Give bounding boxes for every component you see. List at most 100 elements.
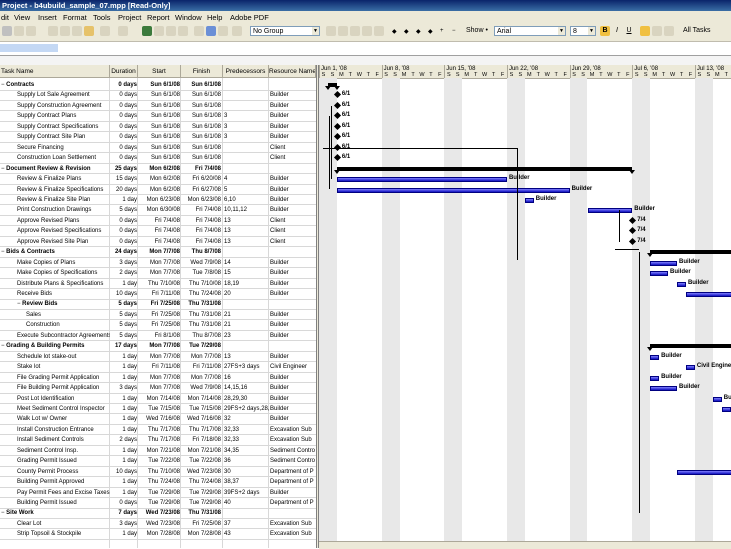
task-name[interactable]: Strip Topsoil & Stockpile (0, 529, 110, 539)
task-start[interactable]: Mon 6/2/08 (138, 185, 180, 195)
task-start[interactable]: Thu 7/10/08 (138, 467, 180, 477)
task-duration[interactable]: 0 days (110, 90, 137, 100)
task-predecessors[interactable] (223, 101, 269, 111)
task-bar[interactable] (650, 271, 668, 276)
task-resource[interactable] (269, 80, 316, 90)
task-finish[interactable]: Sun 6/1/08 (181, 122, 221, 132)
summary-task-row[interactable]: − Document Review & Revision25 daysMon 6… (0, 164, 316, 175)
task-row[interactable]: Sediment Control Insp.1 dayMon 7/21/08Mo… (0, 446, 316, 457)
task-row[interactable]: Review & Finalize Plans15 daysMon 6/2/08… (0, 174, 316, 185)
task-start[interactable]: Mon 7/7/08 (138, 268, 180, 278)
task-predecessors[interactable] (223, 164, 269, 174)
link-tasks-icon[interactable] (154, 26, 164, 36)
task-resource[interactable]: Client (269, 153, 316, 163)
task-resource[interactable]: Department of P (269, 477, 316, 487)
task-bar[interactable] (650, 376, 659, 381)
summary-bar[interactable] (650, 250, 731, 254)
task-finish[interactable]: Fri 7/4/08 (181, 216, 221, 226)
task-name[interactable]: Approve Revised Specifications (0, 226, 110, 236)
zoom-in-icon[interactable] (326, 26, 336, 36)
task-bar[interactable] (677, 470, 731, 475)
task-predecessors[interactable] (223, 247, 269, 257)
task-name[interactable]: Sediment Control Insp. (0, 446, 110, 456)
task-duration[interactable]: 3 days (110, 258, 137, 268)
task-duration[interactable]: 1 day (110, 352, 137, 362)
summary-task-row[interactable]: − Site Work7 daysWed 7/23/08Thu 7/31/08 (0, 508, 316, 519)
task-info-icon[interactable] (194, 26, 204, 36)
arrow-right-icon[interactable]: ◆ (404, 28, 409, 35)
bold-icon[interactable]: B (600, 26, 610, 36)
zoom-out-icon[interactable] (338, 26, 348, 36)
task-predecessors[interactable]: 37 (223, 519, 269, 529)
task-name[interactable]: Construction Loan Settlement (0, 153, 110, 163)
task-resource[interactable]: Builder (269, 111, 316, 121)
task-duration[interactable]: 1 day (110, 362, 137, 372)
column-header-task-name[interactable]: Task Name (0, 65, 110, 78)
split-task-icon[interactable] (178, 26, 188, 36)
task-predecessors[interactable]: 3 (223, 111, 269, 121)
task-row[interactable]: Install Sediment Controls2 daysThu 7/17/… (0, 435, 316, 446)
task-row[interactable]: Meet Sediment Control Inspector1 dayTue … (0, 404, 316, 415)
task-name[interactable]: Schedule lot stake-out (0, 352, 110, 362)
task-duration[interactable]: 1 day (110, 425, 137, 435)
task-start[interactable]: Thu 7/17/08 (138, 425, 180, 435)
task-bar[interactable] (337, 188, 570, 193)
task-row[interactable]: Secure Financing0 daysSun 6/1/08Sun 6/1/… (0, 143, 316, 154)
task-bar[interactable] (686, 292, 731, 297)
task-resource[interactable] (269, 299, 316, 309)
task-resource[interactable]: Client (269, 237, 316, 247)
task-duration[interactable]: 5 days (110, 320, 137, 330)
save-icon[interactable] (2, 26, 12, 36)
task-start[interactable]: Mon 7/21/08 (138, 446, 180, 456)
task-finish[interactable]: Tue 7/15/08 (181, 404, 221, 414)
task-start[interactable]: Fri 7/4/08 (138, 237, 180, 247)
task-resource[interactable]: Builder (269, 394, 316, 404)
task-predecessors[interactable] (223, 508, 269, 518)
task-finish[interactable]: Thu 7/31/08 (181, 299, 221, 309)
task-name[interactable]: Supply Construction Agreement (0, 101, 110, 111)
task-finish[interactable]: Fri 7/4/08 (181, 237, 221, 247)
task-resource[interactable]: Builder (269, 279, 316, 289)
summary-bar[interactable] (650, 344, 731, 348)
task-start[interactable]: Sun 6/1/08 (138, 101, 180, 111)
entry-field[interactable] (0, 44, 58, 52)
column-header-duration[interactable]: Duration (110, 65, 138, 78)
unlink-tasks-icon[interactable] (166, 26, 176, 36)
task-finish[interactable]: Thu 7/24/08 (181, 289, 221, 299)
task-bar[interactable] (525, 198, 534, 203)
task-resource[interactable]: Sediment Contro (269, 446, 316, 456)
task-resource[interactable]: Sediment Contro (269, 456, 316, 466)
task-resource[interactable]: Builder (269, 90, 316, 100)
summary-task-row[interactable]: − Grading & Building Permits17 daysMon 7… (0, 341, 316, 352)
task-resource[interactable]: Builder (269, 289, 316, 299)
task-row[interactable]: Supply Lot Sale Agreement0 daysSun 6/1/0… (0, 90, 316, 101)
task-finish[interactable]: Tue 7/22/08 (181, 456, 221, 466)
task-duration[interactable]: 0 days (110, 111, 137, 121)
task-predecessors[interactable]: 30 (223, 467, 269, 477)
task-name[interactable]: Make Copies of Specifications (0, 268, 110, 278)
task-duration[interactable]: 1 day (110, 394, 137, 404)
task-row[interactable]: County Permit Process10 daysThu 7/10/08W… (0, 467, 316, 478)
task-predecessors[interactable]: 28,29,30 (223, 394, 269, 404)
task-resource[interactable]: Builder (269, 268, 316, 278)
assign-resources-icon[interactable] (218, 26, 228, 36)
task-predecessors[interactable]: 13 (223, 237, 269, 247)
task-predecessors[interactable] (223, 299, 269, 309)
task-start[interactable]: Fri 8/1/08 (138, 331, 180, 341)
task-row[interactable]: Strip Topsoil & Stockpile1 dayMon 7/28/0… (0, 529, 316, 540)
task-name[interactable]: File Building Permit Application (0, 383, 110, 393)
task-finish[interactable]: Wed 7/23/08 (181, 467, 221, 477)
cut-icon[interactable] (48, 26, 58, 36)
task-start[interactable]: Mon 7/7/08 (138, 258, 180, 268)
task-finish[interactable]: Thu 8/7/08 (181, 247, 221, 257)
task-start[interactable]: Mon 7/7/08 (138, 383, 180, 393)
task-bar[interactable] (686, 365, 695, 370)
task-row[interactable]: Supply Contract Specifications0 daysSun … (0, 122, 316, 133)
task-predecessors[interactable] (223, 90, 269, 100)
task-row[interactable]: Stake lot1 dayFri 7/11/08Fri 7/11/0827FS… (0, 362, 316, 373)
task-name[interactable]: County Permit Process (0, 467, 110, 477)
task-predecessors[interactable] (223, 341, 269, 351)
task-resource[interactable]: Builder (269, 205, 316, 215)
task-duration[interactable]: 10 days (110, 467, 137, 477)
task-duration[interactable]: 5 days (110, 205, 137, 215)
